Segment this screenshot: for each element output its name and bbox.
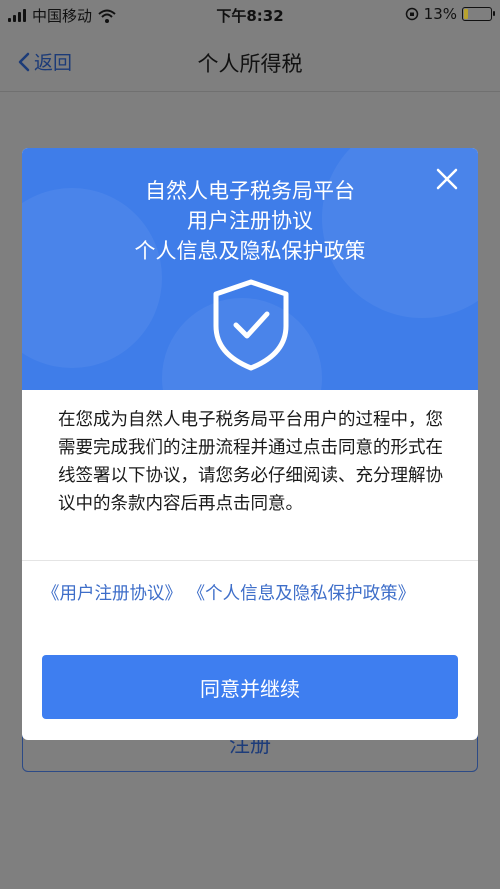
divider [22, 560, 478, 561]
agreement-dialog: 自然人电子税务局平台 用户注册协议 个人信息及隐私保护政策 在您成为自然人电子税… [22, 148, 478, 740]
close-icon[interactable] [432, 164, 462, 194]
user-agreement-link[interactable]: 《用户注册协议》 [42, 584, 182, 604]
agreement-description: 在您成为自然人电子税务局平台用户的过程中，您需要完成我们的注册流程并通过点击同意… [58, 410, 443, 514]
dialog-title: 自然人电子税务局平台 用户注册协议 个人信息及隐私保护政策 [22, 176, 478, 266]
dialog-title-line: 用户注册协议 [187, 209, 313, 233]
dialog-header: 自然人电子税务局平台 用户注册协议 个人信息及隐私保护政策 [22, 148, 478, 390]
battery-icon [462, 7, 495, 21]
dialog-title-line: 个人信息及隐私保护政策 [134, 239, 366, 263]
privacy-policy-link[interactable]: 《个人信息及隐私保护政策》 [188, 584, 416, 604]
battery-percent: 13% [423, 5, 457, 23]
page-title: 个人所得税 [197, 52, 303, 76]
status-right: 13% [405, 5, 495, 23]
battery-fill [464, 9, 468, 19]
orientation-lock-icon [405, 7, 418, 21]
shield-check-icon [213, 279, 289, 371]
agreement-links: 《用户注册协议》 《个人信息及隐私保护政策》 [42, 580, 462, 608]
nav-bar: 返回 个人所得税 [0, 30, 500, 92]
dialog-title-line: 自然人电子税务局平台 [145, 179, 355, 203]
agree-continue-button[interactable]: 同意并继续 [42, 655, 458, 719]
status-bar: 中国移动 下午8:32 13% [0, 0, 500, 30]
